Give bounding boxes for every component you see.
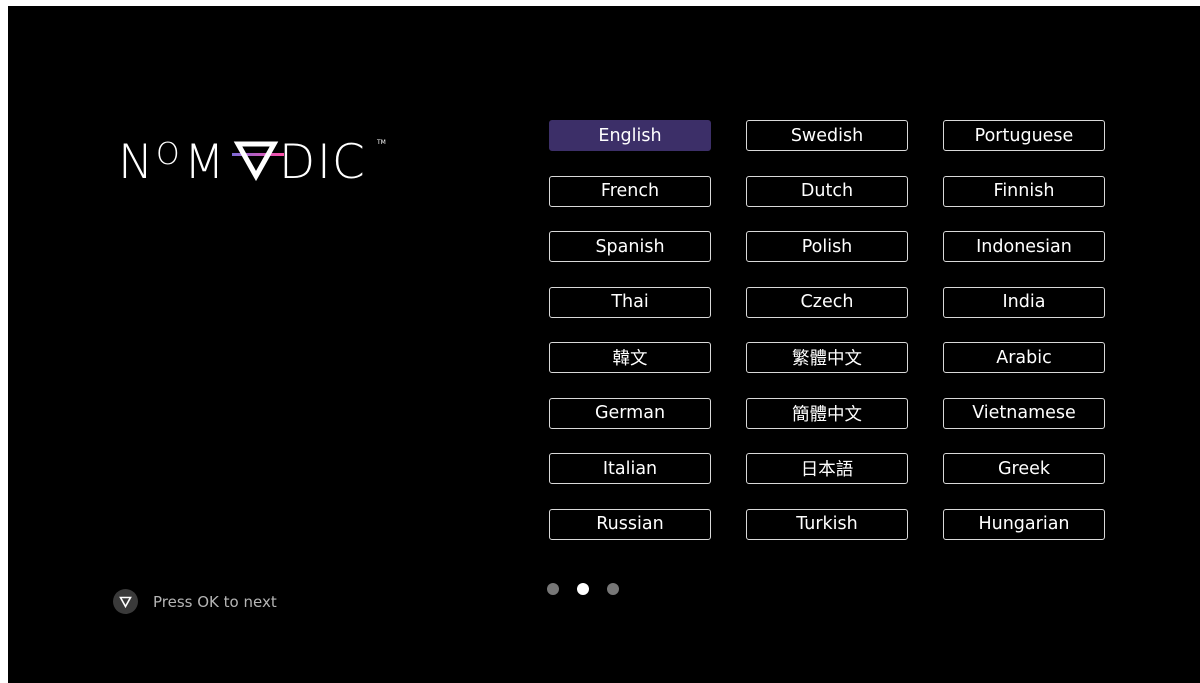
page-dot — [607, 583, 619, 595]
language-option-button[interactable]: German — [549, 397, 711, 429]
language-option-button[interactable]: 繁體中文 — [746, 342, 908, 373]
language-option-button[interactable]: Hungarian — [943, 508, 1105, 540]
language-option-button[interactable]: Thai — [549, 286, 711, 318]
language-option-button[interactable]: Russian — [549, 508, 711, 540]
language-option-button[interactable]: 簡體中文 — [746, 397, 908, 429]
language-option-button[interactable]: Polish — [746, 231, 908, 262]
language-option-button[interactable]: Greek — [943, 453, 1105, 484]
navigation-hint: Press OK to next — [113, 589, 277, 614]
language-option-button[interactable]: Arabic — [943, 342, 1105, 373]
language-option-button[interactable]: 韓文 — [549, 342, 711, 373]
svg-text:M: M — [184, 135, 225, 190]
svg-text:C: C — [332, 135, 365, 190]
logo-v-mark — [232, 141, 284, 182]
language-option-button[interactable]: Czech — [746, 286, 908, 318]
hint-text: Press OK to next — [153, 592, 277, 611]
language-option-button[interactable]: French — [549, 175, 711, 207]
language-option-button[interactable]: Indonesian — [943, 231, 1105, 262]
language-option-button[interactable]: Portuguese — [943, 120, 1105, 151]
page-indicator — [547, 583, 619, 595]
svg-text:O: O — [156, 137, 180, 172]
language-option-button[interactable]: India — [943, 286, 1105, 318]
language-option-button[interactable]: 日本語 — [746, 453, 908, 484]
language-option-button[interactable]: Swedish — [746, 120, 908, 151]
page-dot — [547, 583, 559, 595]
svg-text:I: I — [317, 135, 331, 190]
language-option-button[interactable]: Vietnamese — [943, 397, 1105, 429]
language-grid: English Swedish Portuguese French Dutch Finni… — [549, 120, 1105, 540]
language-option-button[interactable]: Turkish — [746, 508, 908, 540]
svg-text:N: N — [118, 135, 153, 190]
page-dot-active — [577, 583, 589, 595]
language-option-button[interactable]: English — [549, 120, 711, 151]
language-option-button[interactable]: Spanish — [549, 231, 711, 262]
language-option-button[interactable]: Dutch — [746, 175, 908, 207]
svg-text:D: D — [279, 135, 315, 190]
nomvdic-logo: N O M D I C TM — [118, 135, 386, 190]
language-option-button[interactable]: Finnish — [943, 175, 1105, 207]
language-option-button[interactable]: Italian — [549, 453, 711, 484]
down-triangle-icon — [113, 589, 138, 614]
trademark-mark: TM — [376, 139, 386, 146]
setup-screen: N O M D I C TM English Swedish Portuguese F… — [8, 6, 1200, 683]
